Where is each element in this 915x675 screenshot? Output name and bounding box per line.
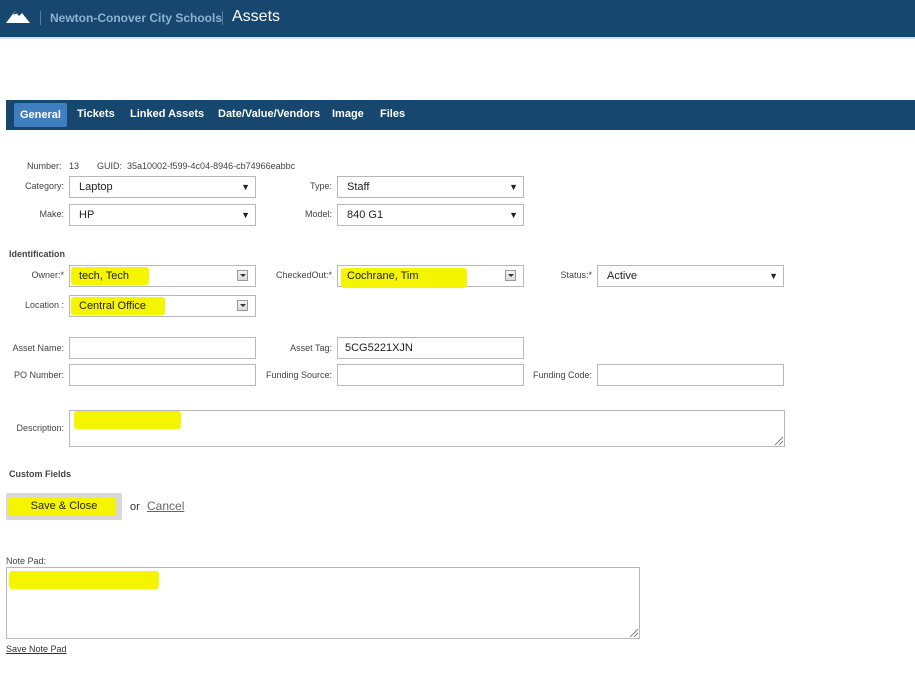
model-value: 840 G1 bbox=[347, 209, 384, 221]
tab-files[interactable]: Files bbox=[374, 100, 411, 130]
custom-fields-heading: Custom Fields bbox=[9, 469, 72, 479]
tab-bar: General Tickets Linked Assets Date/Value… bbox=[6, 100, 915, 130]
dropdown-button[interactable] bbox=[505, 270, 516, 281]
or-text: or bbox=[130, 501, 140, 513]
tab-tickets[interactable]: Tickets bbox=[71, 100, 121, 130]
po-number-label: PO Number: bbox=[13, 370, 64, 380]
guid-label: GUID: bbox=[97, 161, 123, 171]
resize-handle-icon[interactable] bbox=[775, 437, 783, 445]
chevron-down-icon: ▼ bbox=[241, 210, 250, 220]
guid-value: 35a10002-f599-4c04-8946-cb74966eabbc bbox=[127, 161, 296, 171]
type-value: Staff bbox=[347, 181, 370, 193]
owner-label: Owner:* bbox=[31, 270, 64, 280]
model-label: Model: bbox=[304, 209, 332, 219]
funding-source-label: Funding Source: bbox=[265, 370, 332, 380]
make-label: Make: bbox=[39, 209, 64, 219]
checked-out-value: Cochrane, Tim bbox=[347, 270, 419, 282]
tab-image[interactable]: Image bbox=[326, 100, 370, 130]
chevron-down-icon: ▼ bbox=[509, 210, 518, 220]
asset-tag-input[interactable]: 5CG5221XJN bbox=[337, 337, 524, 359]
checked-out-label: CheckedOut:* bbox=[275, 270, 332, 280]
chevron-down-icon: ▼ bbox=[769, 271, 778, 281]
category-value: Laptop bbox=[79, 181, 113, 193]
location-value: Central Office bbox=[79, 300, 147, 312]
tab-general[interactable]: General bbox=[14, 103, 67, 127]
funding-code-label: Funding Code: bbox=[532, 370, 592, 380]
tab-date-value-vendors[interactable]: Date/Value/Vendors bbox=[212, 100, 326, 130]
status-label: Status:* bbox=[560, 270, 592, 280]
po-number-input[interactable] bbox=[69, 364, 256, 386]
header-underline bbox=[0, 37, 915, 39]
asset-name-label: Asset Name: bbox=[12, 343, 64, 353]
asset-name-input[interactable] bbox=[69, 337, 256, 359]
identification-heading: Identification bbox=[9, 249, 65, 259]
tab-linked-assets[interactable]: Linked Assets bbox=[124, 100, 210, 130]
make-select[interactable]: HP ▼ bbox=[69, 204, 256, 226]
funding-code-input[interactable] bbox=[597, 364, 784, 386]
note-pad-label: Note Pad: bbox=[6, 556, 47, 566]
dropdown-button[interactable] bbox=[237, 300, 248, 311]
resize-handle-icon[interactable] bbox=[630, 629, 638, 637]
category-select[interactable]: Laptop ▼ bbox=[69, 176, 256, 198]
cancel-link[interactable]: Cancel bbox=[147, 499, 184, 513]
number-label: Number: bbox=[27, 161, 62, 171]
header-divider bbox=[222, 11, 223, 25]
model-select[interactable]: 840 G1 ▼ bbox=[337, 204, 524, 226]
highlight-mark bbox=[9, 571, 159, 589]
save-close-label: Save & Close bbox=[30, 500, 98, 512]
note-pad-textarea[interactable] bbox=[6, 567, 640, 639]
status-select[interactable]: Active ▼ bbox=[597, 265, 784, 287]
owner-combo[interactable]: tech, Tech bbox=[69, 265, 256, 287]
description-label: Description: bbox=[16, 423, 64, 433]
status-value: Active bbox=[607, 270, 637, 282]
description-textarea[interactable] bbox=[69, 410, 785, 447]
save-note-pad-link[interactable]: Save Note Pad bbox=[6, 644, 67, 654]
dropdown-button[interactable] bbox=[237, 270, 248, 281]
make-value: HP bbox=[79, 209, 95, 221]
owner-value: tech, Tech bbox=[79, 270, 129, 282]
org-name-link[interactable]: Newton-Conover City Schools bbox=[50, 11, 222, 25]
mountain-logo-icon[interactable] bbox=[6, 8, 30, 24]
funding-source-input[interactable] bbox=[337, 364, 524, 386]
highlight-mark bbox=[74, 411, 181, 429]
type-select[interactable]: Staff ▼ bbox=[337, 176, 524, 198]
type-label: Type: bbox=[309, 181, 332, 191]
chevron-down-icon: ▼ bbox=[241, 182, 250, 192]
location-label: Location : bbox=[24, 300, 64, 310]
top-header-bar: Newton-Conover City Schools Assets bbox=[0, 0, 915, 37]
page-title: Assets bbox=[232, 8, 281, 25]
asset-tag-label: Asset Tag: bbox=[290, 343, 332, 353]
location-combo[interactable]: Central Office bbox=[69, 295, 256, 317]
number-value: 13 bbox=[69, 161, 80, 171]
save-close-button[interactable]: Save & Close bbox=[6, 493, 122, 520]
category-label: Category: bbox=[24, 181, 64, 191]
checked-out-combo[interactable]: Cochrane, Tim bbox=[337, 265, 524, 288]
header-divider bbox=[40, 11, 41, 25]
chevron-down-icon: ▼ bbox=[509, 182, 518, 192]
